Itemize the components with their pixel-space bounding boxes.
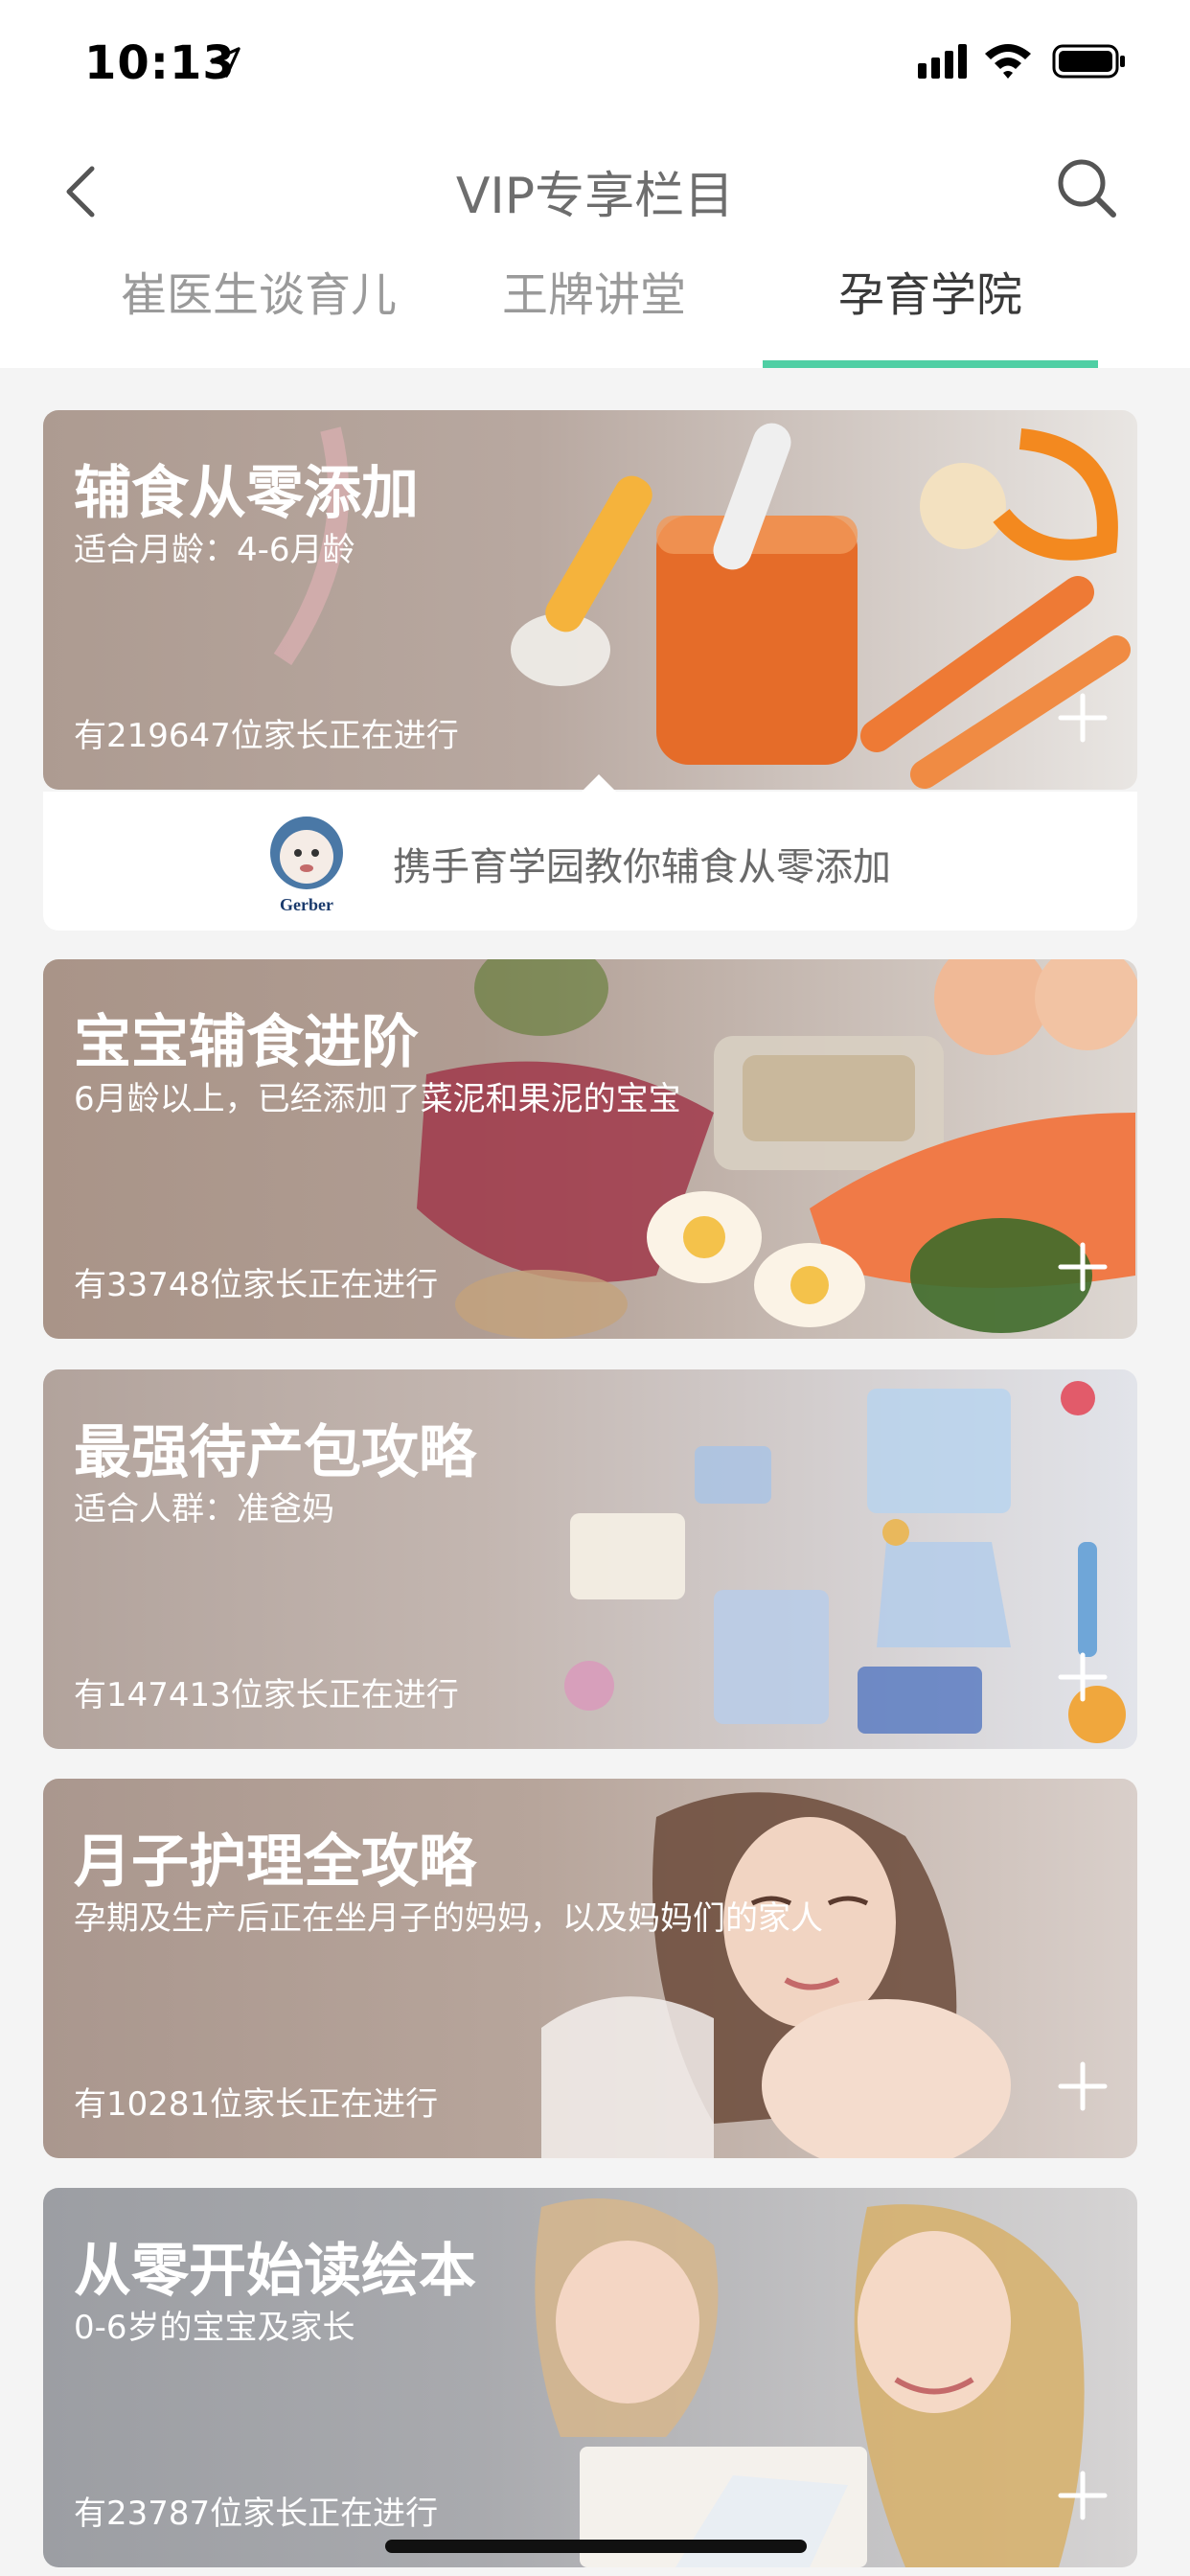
course-card[interactable]: 从零开始读绘本 0-6岁的宝宝及家长 有23787位家长正在进行: [43, 2188, 1137, 2567]
card-participant-count: 有23787位家长正在进行: [74, 2495, 439, 2533]
card-title: 辅食从零添加: [74, 460, 419, 527]
add-plus-icon[interactable]: [1057, 2060, 1109, 2112]
page-title: VIP专享栏目: [455, 168, 735, 225]
card-subtitle: 6月龄以上，已经添加了菜泥和果泥的宝宝: [74, 1080, 681, 1118]
battery-icon: [1052, 44, 1125, 79]
course-card[interactable]: 最强待产包攻略 适合人群：准爸妈 有147413位家长正在进行: [43, 1369, 1137, 1749]
top-bar: 10:13 VIP专享栏目 崔医生谈育儿 王牌讲堂 孕育学院: [0, 0, 1190, 368]
gerber-logo: Gerber: [270, 816, 343, 914]
add-plus-icon[interactable]: [1057, 1651, 1109, 1703]
search-icon[interactable]: [1054, 155, 1119, 220]
sponsor-banner[interactable]: Gerber 携手育学园教你辅食从零添加: [43, 774, 1137, 931]
course-card[interactable]: 月子护理全攻略 孕期及生产后正在坐月子的妈妈，以及妈妈们的家人 有10281位家…: [43, 1779, 1137, 2158]
card-participant-count: 有10281位家长正在进行: [74, 2085, 439, 2124]
card-subtitle: 适合人群：准爸妈: [74, 1490, 334, 1529]
tab-label: 王牌讲堂: [501, 268, 686, 322]
tab-pregnancy-academy[interactable]: 孕育学院: [763, 259, 1098, 368]
tab-label: 崔医生谈育儿: [120, 268, 397, 322]
card-subtitle: 0-6岁的宝宝及家长: [74, 2309, 355, 2347]
card-participant-count: 有219647位家长正在进行: [74, 717, 459, 755]
card-subtitle: 孕期及生产后正在坐月子的妈妈，以及妈妈们的家人: [74, 1899, 823, 1938]
location-arrow-icon: [210, 47, 240, 78]
add-plus-icon[interactable]: [1057, 692, 1109, 744]
sponsor-notch: [582, 774, 616, 792]
card-title: 最强待产包攻略: [74, 1419, 476, 1486]
status-bar: 10:13: [0, 0, 1190, 125]
category-tabs: 崔医生谈育儿 王牌讲堂 孕育学院: [0, 259, 1190, 368]
card-title: 从零开始读绘本: [74, 2238, 476, 2305]
card-participant-count: 有33748位家长正在进行: [74, 1266, 439, 1304]
add-plus-icon[interactable]: [1057, 2470, 1109, 2521]
card-participant-count: 有147413位家长正在进行: [74, 1676, 459, 1714]
tab-cui-doctor[interactable]: 崔医生谈育儿: [105, 259, 412, 368]
sponsor-text: 携手育学园教你辅食从零添加: [393, 845, 891, 889]
card-title: 月子护理全攻略: [74, 1828, 476, 1896]
active-tab-indicator: [763, 360, 1098, 368]
cellular-signal-icon: [918, 44, 967, 79]
gerber-logo-text: Gerber: [280, 895, 333, 914]
card-subtitle: 适合月龄：4-6月龄: [74, 531, 355, 569]
tab-label: 孕育学院: [837, 268, 1022, 322]
home-indicator[interactable]: [385, 2540, 807, 2553]
wifi-icon: [985, 44, 1031, 79]
card-title: 宝宝辅食进阶: [74, 1009, 419, 1076]
add-plus-icon[interactable]: [1057, 1241, 1109, 1293]
course-card[interactable]: 辅食从零添加 适合月龄：4-6月龄 有219647位家长正在进行: [43, 410, 1137, 790]
course-card[interactable]: 宝宝辅食进阶 6月龄以上，已经添加了菜泥和果泥的宝宝 有33748位家长正在进行: [43, 959, 1137, 1339]
tab-ace-lectures[interactable]: 王牌讲堂: [479, 259, 709, 368]
nav-bar: VIP专享栏目: [0, 134, 1190, 240]
